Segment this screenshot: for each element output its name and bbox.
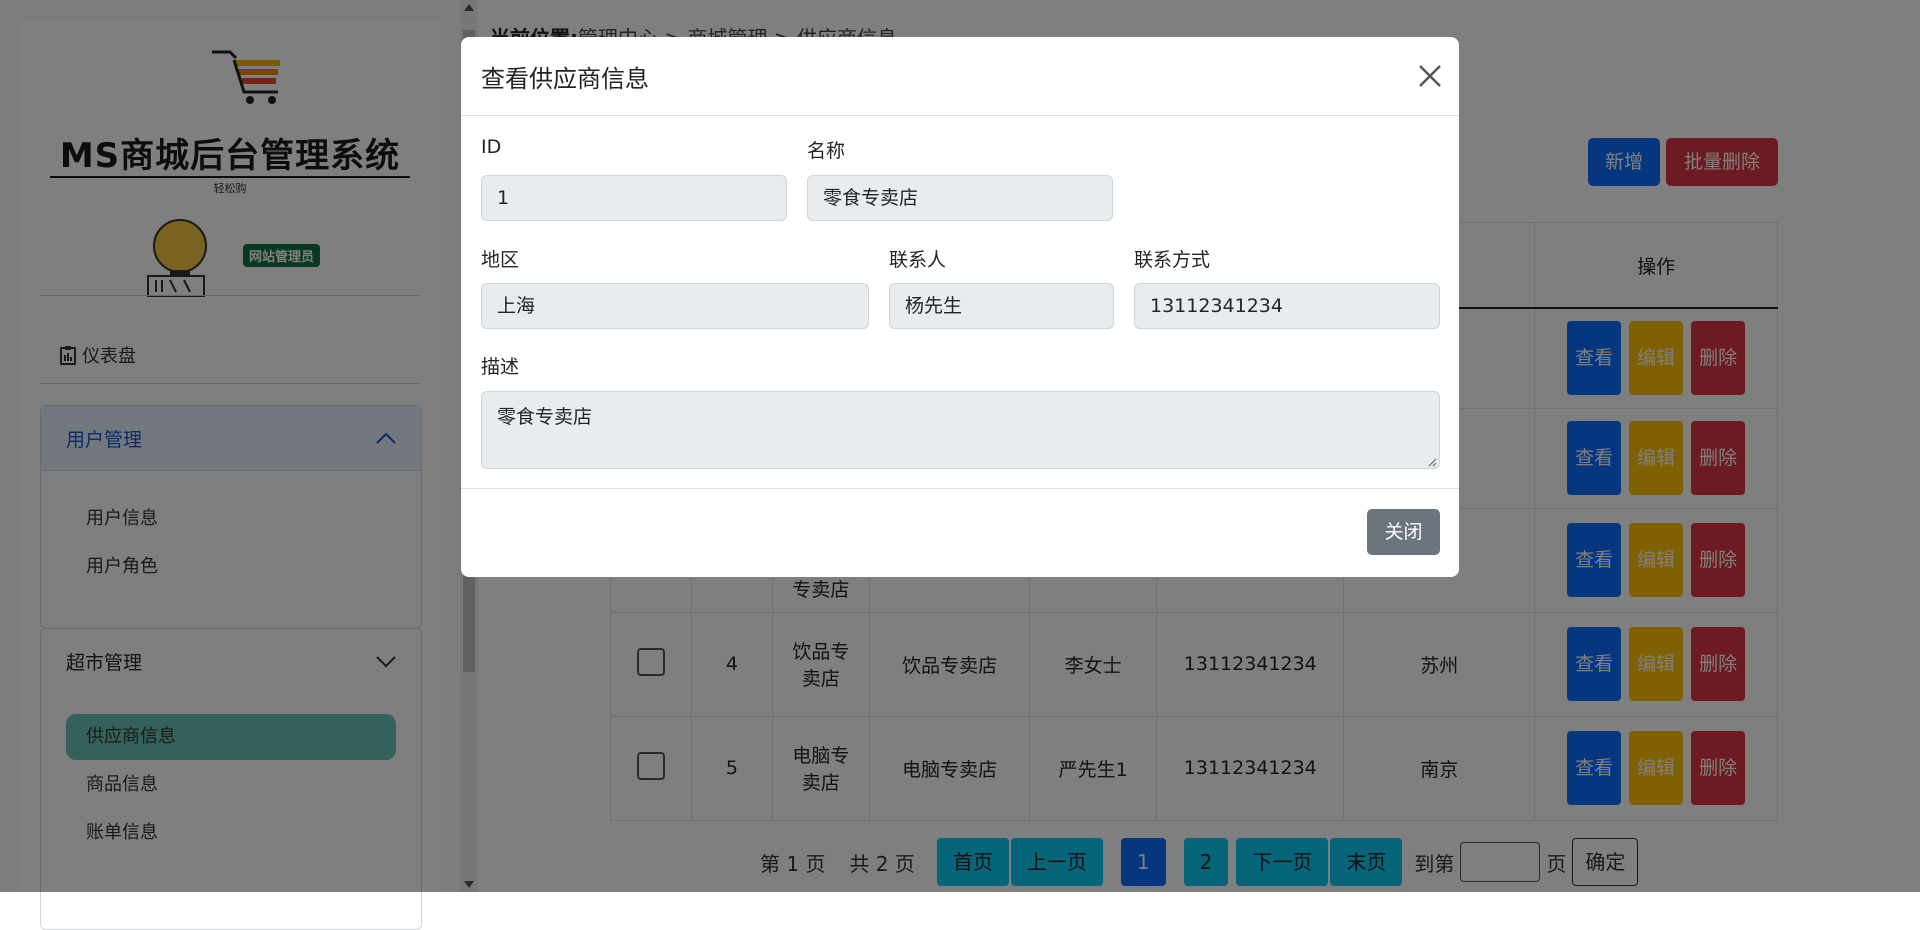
close-icon[interactable] [1416, 62, 1444, 90]
modal-title: 查看供应商信息 [481, 65, 649, 93]
resize-handle-icon[interactable] [1427, 457, 1437, 467]
phone-field[interactable]: 13112341234 [1134, 283, 1440, 329]
close-button[interactable]: 关闭 [1367, 509, 1440, 555]
region-field[interactable]: 上海 [481, 283, 869, 329]
field-label-description: 描述 [481, 356, 520, 378]
field-label-id: ID [481, 136, 502, 158]
description-textarea[interactable]: 零食专卖店 [481, 391, 1440, 469]
id-field[interactable]: 1 [481, 175, 787, 221]
supplier-detail-modal: 查看供应商信息 ID 1 名称 零食专卖店 地区 上海 联系人 杨先生 联系方式… [461, 37, 1459, 577]
field-label-name: 名称 [807, 140, 846, 162]
field-label-phone: 联系方式 [1134, 249, 1211, 271]
field-label-contact: 联系人 [889, 249, 947, 271]
field-label-region: 地区 [481, 249, 520, 271]
modal-header: 查看供应商信息 [461, 37, 1459, 116]
contact-field[interactable]: 杨先生 [889, 283, 1114, 329]
name-field[interactable]: 零食专卖店 [807, 175, 1113, 221]
modal-footer-divider [461, 488, 1459, 489]
